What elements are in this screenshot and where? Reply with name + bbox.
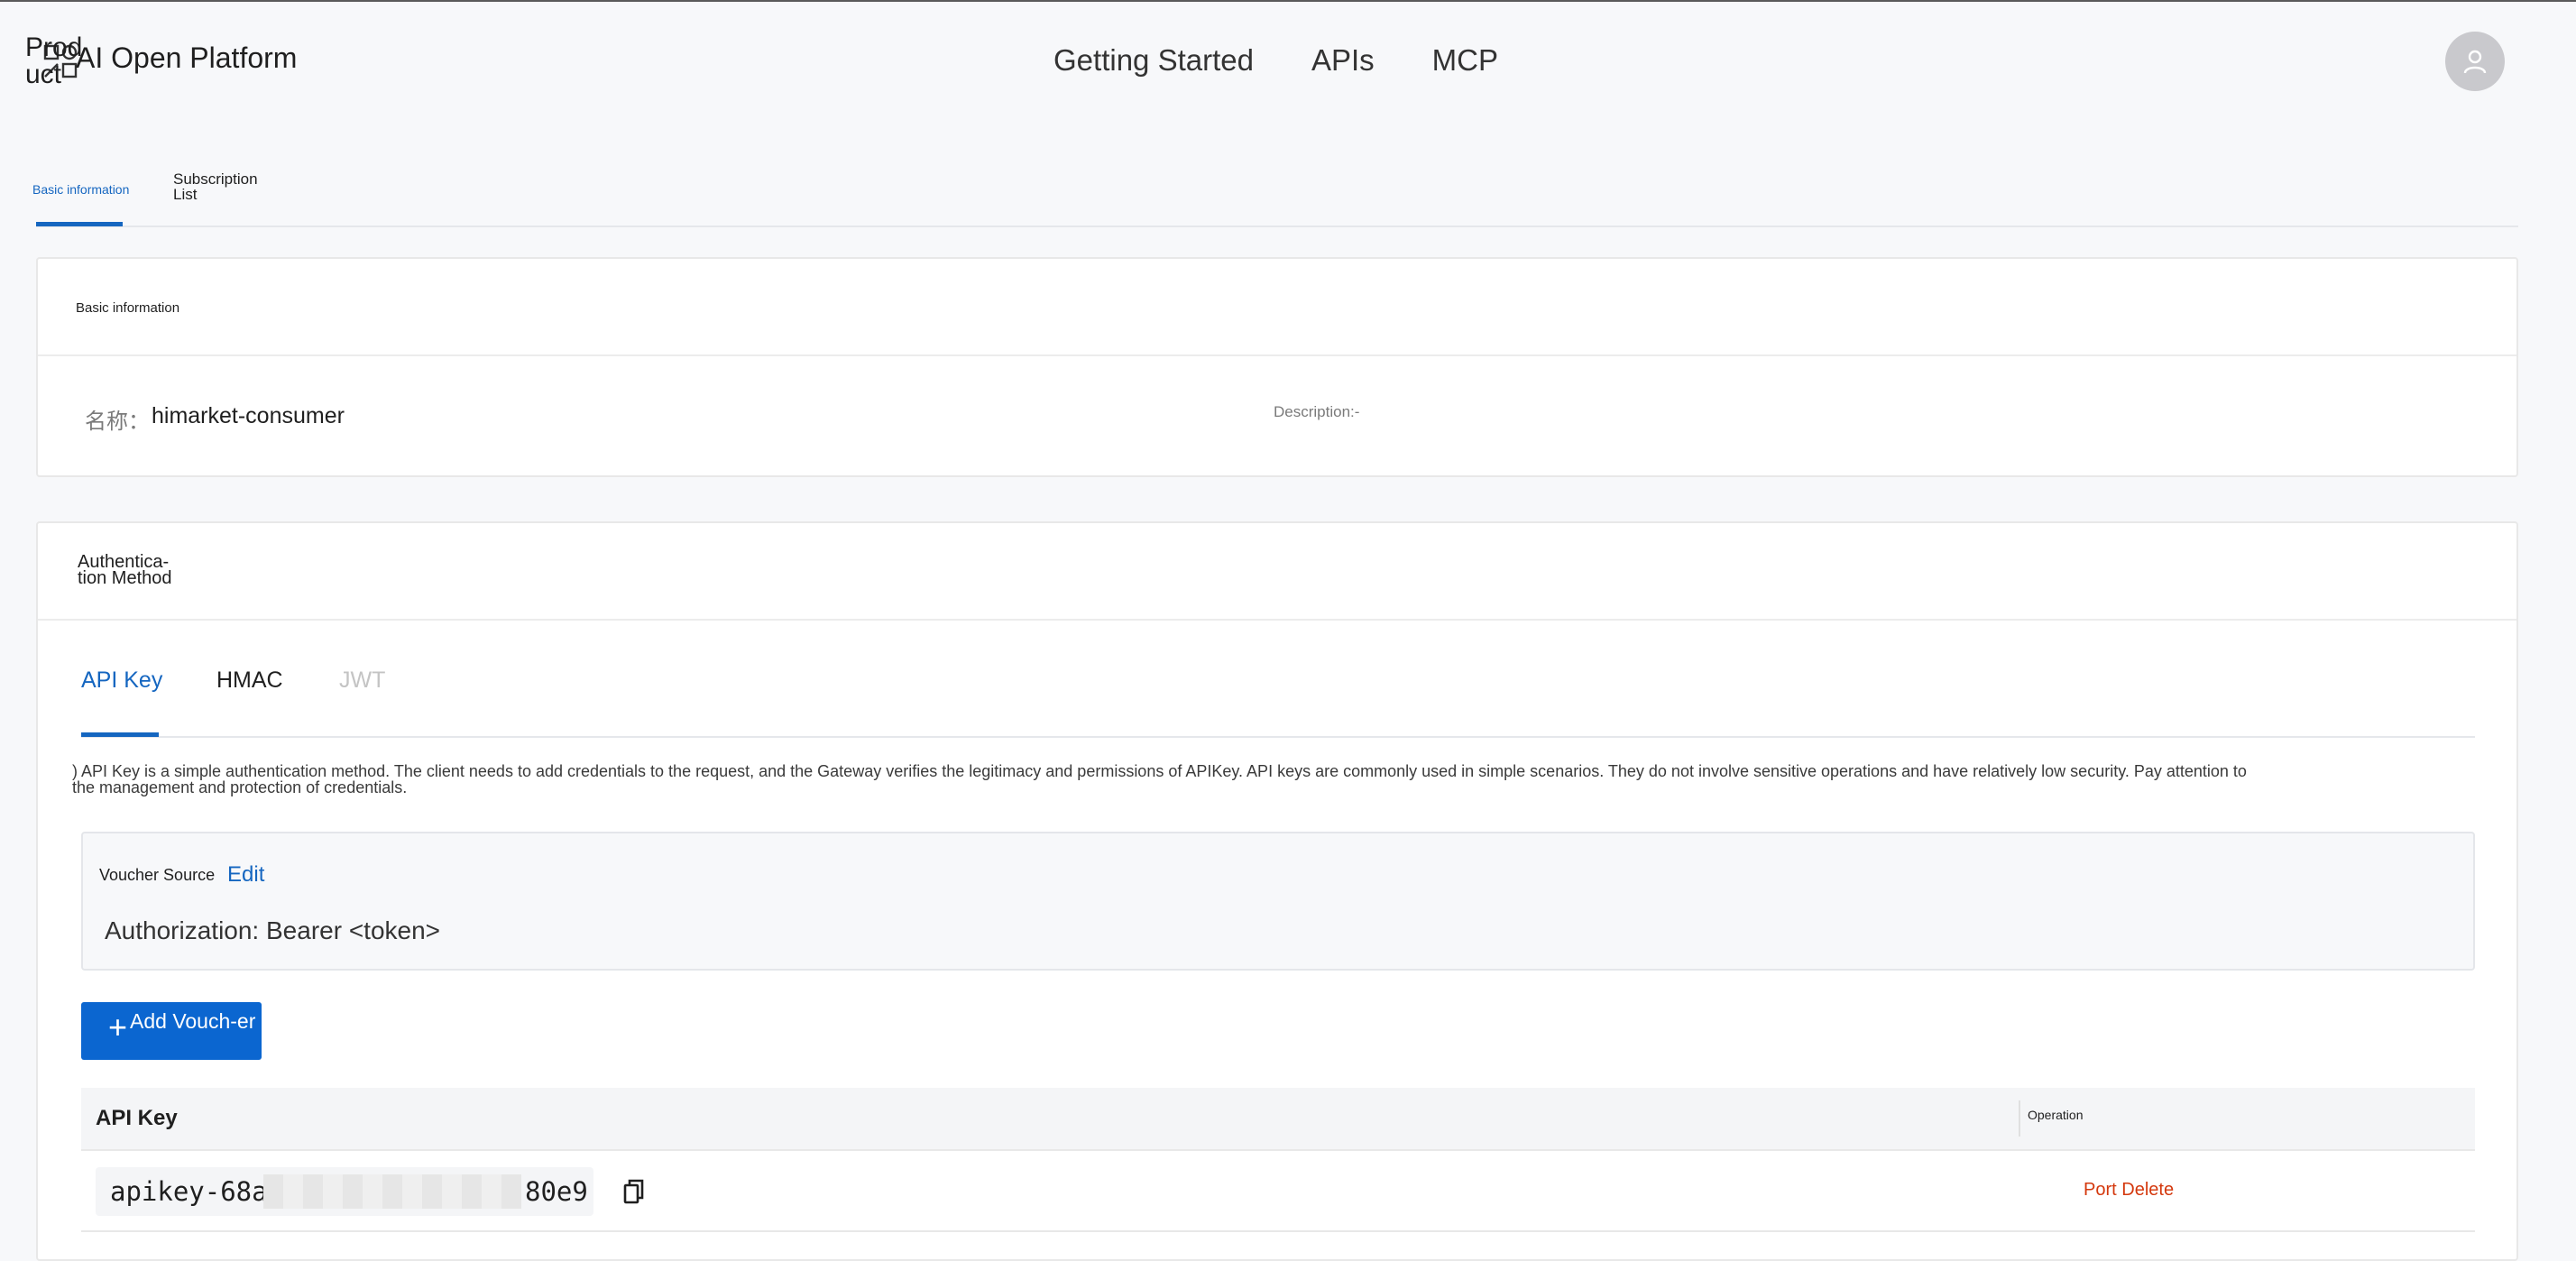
active-tab-indicator [81,732,159,737]
voucher-source-value: Authorization: Bearer <token> [105,916,441,944]
api-key-description: ) API Key is a simple authentication met… [72,762,2247,796]
column-divider [2019,1100,2020,1137]
copy-icon[interactable] [622,1178,646,1205]
add-voucher-label: Add Vouch-er [130,1009,256,1033]
top-header: Product AI Open Platform Getting Started… [0,2,2576,117]
port-link[interactable]: Port [2084,1180,2117,1200]
voucher-source-label: Voucher Source [99,866,216,884]
delete-link[interactable]: Delete [2121,1180,2174,1200]
active-tab-indicator [36,222,123,226]
operation-cell: Port Delete [2084,1180,2174,1201]
authentication-method-card: Authentica-tion Method API Key HMAC JWT … [36,521,2518,1261]
basic-information-card: Basic information 名称： himarket-consumer … [36,257,2518,477]
description-field: Description:- [1274,403,1360,420]
tab-basic-information[interactable]: Basic information [32,182,129,197]
plus-icon: + [108,1008,128,1045]
api-key-suffix: 80e9 [525,1176,588,1207]
page-tabs: Basic information Subscription List [32,155,2518,227]
user-icon [2463,50,2487,74]
user-avatar[interactable] [2445,32,2505,91]
card-title: Authentica-tion Method [78,552,172,588]
table-row: apikey-68a 80e9 Port Delete [81,1151,2475,1232]
column-header-operation: Operation [2028,1108,2084,1122]
auth-method-tabs: API Key HMAC JWT [81,667,2475,738]
api-key-prefix: apikey-68a [110,1176,268,1207]
api-key-mask [263,1174,521,1209]
voucher-source-box: Voucher Source Edit Authorization: Beare… [81,832,2475,971]
tab-api-key[interactable]: API Key [81,667,162,694]
tab-subscription-list[interactable]: Subscription List [173,171,272,202]
card-header: Authentica-tion Method [38,523,2516,621]
name-value: himarket-consumer [152,403,345,428]
add-voucher-button[interactable]: + Add Vouch-er [81,1002,262,1060]
voucher-edit-link[interactable]: Edit [227,862,264,888]
card-title: Basic information [76,300,180,316]
api-key-value: apikey-68a 80e9 [96,1167,593,1216]
name-label: 名称： [85,410,150,434]
main-nav: Getting Started APIs MCP [1053,43,1498,78]
platform-title[interactable]: AI Open Platform [76,41,297,75]
nav-getting-started[interactable]: Getting Started [1053,43,1254,78]
card-header: Basic information [38,259,2516,356]
api-key-table: API Key Operation apikey-68a 80e9 Port D… [81,1088,2475,1232]
tab-hmac[interactable]: HMAC [216,667,283,694]
table-header: API Key Operation [81,1088,2475,1151]
nav-apis[interactable]: APIs [1311,43,1375,78]
tab-jwt: JWT [339,667,386,693]
nav-mcp[interactable]: MCP [1432,43,1498,78]
column-header-api-key: API Key [96,1106,178,1130]
